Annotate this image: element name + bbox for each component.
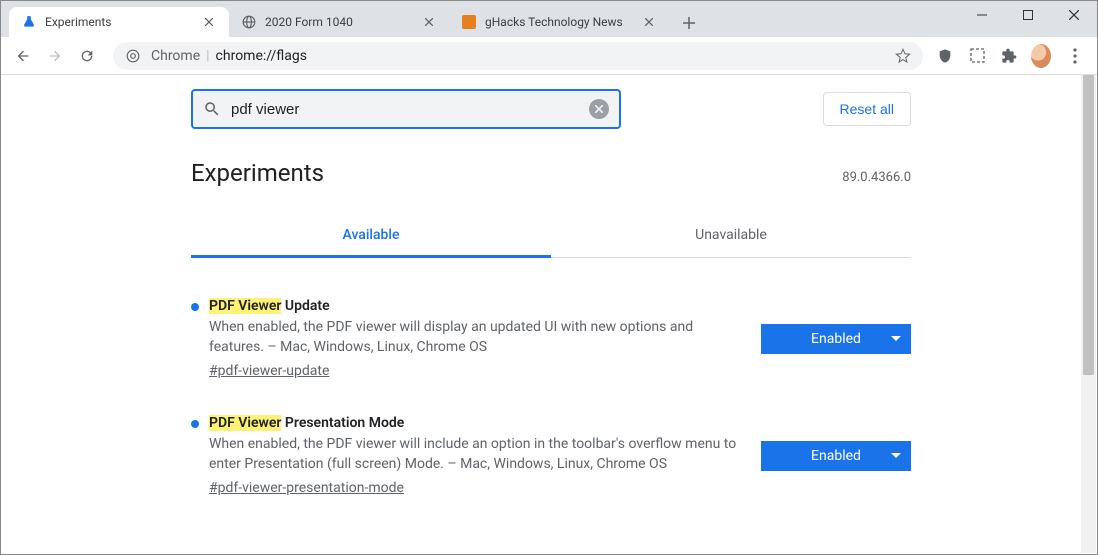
profile-avatar[interactable]: [1031, 46, 1051, 66]
chrome-version: 89.0.4366.0: [842, 170, 911, 185]
flag-item: PDF Viewer Presentation Mode When enable…: [191, 415, 911, 496]
flag-description: When enabled, the PDF viewer will displa…: [209, 318, 741, 357]
flag-state-select[interactable]: Enabled: [761, 441, 911, 471]
scrollbar-thumb[interactable]: [1083, 75, 1094, 375]
new-tab-button[interactable]: [675, 9, 703, 37]
modified-dot-icon: [191, 420, 199, 428]
flask-icon: [21, 14, 37, 30]
toolbar: Chrome | chrome://flags: [1, 37, 1097, 75]
extensions-puzzle-icon[interactable]: [999, 46, 1019, 66]
omnibox[interactable]: Chrome | chrome://flags: [113, 42, 923, 70]
chrome-menu-button[interactable]: [1061, 42, 1089, 70]
chrome-icon: [125, 48, 141, 64]
flags-tab-nav: Available Unavailable: [191, 215, 911, 258]
tab-available[interactable]: Available: [191, 215, 551, 258]
window-maximize[interactable]: [1005, 1, 1051, 29]
url-prefix: Chrome: [151, 48, 200, 64]
close-icon[interactable]: [421, 14, 437, 30]
tab-unavailable[interactable]: Unavailable: [551, 215, 911, 257]
flag-permalink[interactable]: #pdf-viewer-update: [209, 363, 329, 379]
vertical-scrollbar[interactable]: [1081, 75, 1096, 553]
browser-tab-ghacks[interactable]: gHacks Technology News: [449, 7, 669, 37]
close-icon[interactable]: [201, 14, 217, 30]
extension-icon[interactable]: [967, 46, 987, 66]
url-path: chrome://flags: [216, 48, 307, 64]
ublock-icon[interactable]: [935, 46, 955, 66]
flag-permalink[interactable]: #pdf-viewer-presentation-mode: [209, 480, 404, 496]
search-icon: [203, 100, 221, 118]
reload-button[interactable]: [73, 42, 101, 70]
window-close[interactable]: [1051, 1, 1097, 29]
back-button[interactable]: [9, 42, 37, 70]
browser-tab-form1040[interactable]: 2020 Form 1040: [229, 7, 449, 37]
clear-search-icon[interactable]: [589, 99, 609, 119]
flag-item: PDF Viewer Update When enabled, the PDF …: [191, 298, 911, 379]
site-icon: [461, 14, 477, 30]
flags-search-input[interactable]: [231, 101, 589, 118]
forward-button[interactable]: [41, 42, 69, 70]
tab-title: gHacks Technology News: [485, 15, 635, 29]
modified-dot-icon: [191, 303, 199, 311]
browser-tab-experiments[interactable]: Experiments: [9, 7, 229, 37]
globe-icon: [241, 14, 257, 30]
reset-all-button[interactable]: Reset all: [823, 92, 911, 126]
window-minimize[interactable]: [959, 1, 1005, 29]
flag-state-select[interactable]: Enabled: [761, 324, 911, 354]
tab-title: Experiments: [45, 15, 195, 29]
tab-title: 2020 Form 1040: [265, 15, 415, 29]
flag-title: PDF Viewer Presentation Mode: [209, 415, 741, 431]
flags-search-box[interactable]: [191, 89, 621, 129]
tab-strip: Experiments 2020 Form 1040 gHacks Techno…: [1, 1, 1097, 37]
page-title: Experiments: [191, 159, 324, 187]
flag-title: PDF Viewer Update: [209, 298, 741, 314]
flag-description: When enabled, the PDF viewer will includ…: [209, 435, 741, 474]
bookmark-star-icon[interactable]: [895, 48, 911, 64]
close-icon[interactable]: [641, 14, 657, 30]
